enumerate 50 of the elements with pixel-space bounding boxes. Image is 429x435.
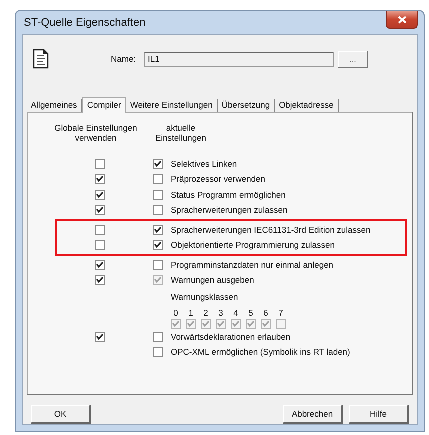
checkbox[interactable] <box>153 224 163 235</box>
document-icon <box>33 49 49 69</box>
option-label: Objektorientierte Programmierung zulassen <box>171 240 336 250</box>
option-label: Warnungen ausgeben <box>171 275 256 286</box>
checkbox[interactable] <box>95 240 105 250</box>
checkbox[interactable] <box>153 332 163 342</box>
checkbox[interactable] <box>153 158 163 169</box>
column-header: Globale Einstellungen verwenden <box>54 123 138 145</box>
dialog-button[interactable]: Abbrechen <box>283 405 343 424</box>
close-icon <box>398 16 406 24</box>
class-number: 4 <box>234 309 238 318</box>
option-label: Spracherweiterungen zulassen <box>171 205 289 216</box>
checkbox[interactable] <box>153 347 163 358</box>
dialog-button[interactable]: Hilfe <box>349 405 409 424</box>
class-number: 3 <box>218 309 224 318</box>
close-button[interactable] <box>386 11 418 29</box>
column-header: aktuelle Einstellungen <box>154 123 208 145</box>
class-number: 0 <box>174 309 178 318</box>
checkbox[interactable] <box>95 174 105 184</box>
checkbox[interactable] <box>95 190 105 200</box>
name-label: Name: <box>111 54 136 64</box>
class-number: 7 <box>278 309 284 318</box>
checkbox[interactable] <box>153 240 163 250</box>
class-number: 2 <box>204 309 208 318</box>
checkbox[interactable] <box>153 174 163 184</box>
checkbox[interactable] <box>95 158 105 169</box>
option-label: Spracherweiterungen IEC61131-3rd Edition zulassen <box>171 224 372 235</box>
tab[interactable]: Compiler <box>82 97 126 113</box>
group-label: Warnungsklassen <box>171 292 240 302</box>
checkbox[interactable] <box>95 224 105 235</box>
name-field[interactable]: IL1 <box>144 52 334 66</box>
option-label: Status Programm ermöglichen <box>171 190 287 200</box>
class-number: 6 <box>264 309 268 318</box>
class-number: 1 <box>188 309 194 318</box>
checkbox[interactable] <box>95 260 105 270</box>
checkbox[interactable] <box>153 190 163 200</box>
checkbox[interactable] <box>153 205 163 216</box>
option-label: Programminstanzdaten nur einmal anlegen <box>171 260 335 270</box>
checkbox[interactable] <box>95 275 105 286</box>
option-label: Selektives Linken <box>171 158 238 169</box>
class-number: 5 <box>248 309 254 318</box>
browse-button[interactable]: ... <box>338 50 368 68</box>
option-label: Präprozessor verwenden <box>171 174 266 184</box>
option-label: Vorwärtsdeklarationen erlauben <box>171 332 292 342</box>
option-label: OPC-XML ermöglichen (Symbolik ins RT laden) <box>171 347 352 358</box>
checkbox[interactable] <box>153 260 163 270</box>
checkbox[interactable] <box>95 332 105 342</box>
dialog-button[interactable]: OK <box>31 405 91 424</box>
checkbox[interactable] <box>95 205 105 216</box>
window-title: ST-Quelle Eigenschaften <box>23 16 146 28</box>
